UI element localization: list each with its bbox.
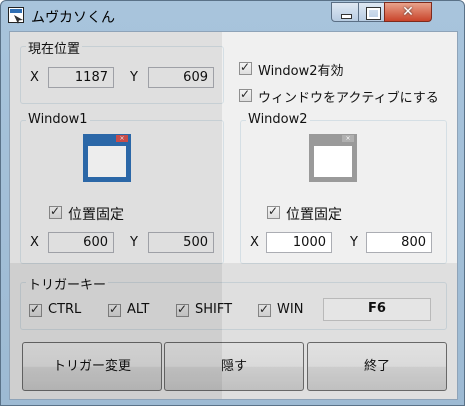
current-x-value: 1187 <box>48 67 114 88</box>
hide-button[interactable]: 隠す <box>164 342 304 391</box>
current-x-label: X <box>30 70 39 85</box>
exit-button[interactable]: 終了 <box>307 342 447 391</box>
win-label[interactable]: WIN <box>277 302 303 317</box>
app-window: ムヴカソくん ✕ 現在位置 X 1187 Y 609 Window2有効 ウィン… <box>0 0 465 406</box>
shift-label[interactable]: SHIFT <box>195 302 232 317</box>
window1-x-label: X <box>30 235 39 250</box>
ctrl-checkbox[interactable] <box>29 302 42 317</box>
current-y-label: Y <box>130 70 138 85</box>
alt-checkbox[interactable] <box>108 302 121 317</box>
alt-label[interactable]: ALT <box>127 302 149 317</box>
ctrl-label[interactable]: CTRL <box>48 302 81 317</box>
trigger-key-field[interactable]: F6 <box>323 298 431 321</box>
window1-icon: × <box>83 134 131 182</box>
activate-window-label[interactable]: ウィンドウをアクティブにする <box>258 87 439 106</box>
window2-enabled-checkbox[interactable] <box>239 60 252 75</box>
window1-y-label: Y <box>130 235 138 250</box>
window1-y-input[interactable]: 500 <box>148 232 214 253</box>
window2-y-label: Y <box>350 235 358 250</box>
win-checkbox[interactable] <box>258 302 271 317</box>
close-icon: ✕ <box>402 4 414 20</box>
change-trigger-button[interactable]: トリガー変更 <box>22 342 162 391</box>
window2-icon: × <box>309 134 357 182</box>
window2-fixed-label[interactable]: 位置固定 <box>286 204 342 224</box>
minimize-button[interactable] <box>331 2 359 22</box>
client-area: 現在位置 X 1187 Y 609 Window2有効 ウィンドウをアクティブに… <box>9 31 458 400</box>
minimize-icon <box>332 3 358 21</box>
window-title: ムヴカソくん <box>31 10 115 26</box>
shift-checkbox[interactable] <box>176 302 189 317</box>
close-icon: × <box>342 135 354 142</box>
maximize-button[interactable] <box>358 2 385 22</box>
window2-y-input[interactable]: 800 <box>366 232 432 253</box>
close-icon: × <box>116 135 128 142</box>
window1-x-input[interactable]: 600 <box>48 232 114 253</box>
title-bar[interactable]: ムヴカソくん ✕ <box>1 1 464 31</box>
window1-label: Window1 <box>26 112 90 127</box>
maximize-icon <box>359 3 384 21</box>
current-position-label: 現在位置 <box>26 38 83 57</box>
window2-enabled-label[interactable]: Window2有効 <box>258 60 344 79</box>
window1-fixed-label[interactable]: 位置固定 <box>68 204 124 224</box>
app-icon <box>8 7 24 23</box>
current-y-value: 609 <box>148 67 214 88</box>
trigger-key-label: トリガーキー <box>26 274 109 293</box>
window2-label: Window2 <box>246 112 310 127</box>
window2-x-label: X <box>250 235 259 250</box>
window2-fixed-checkbox[interactable] <box>267 204 280 219</box>
window2-x-input[interactable]: 1000 <box>266 232 332 253</box>
window1-fixed-checkbox[interactable] <box>49 204 62 219</box>
close-button[interactable]: ✕ <box>384 2 432 22</box>
activate-window-checkbox[interactable] <box>239 87 252 102</box>
